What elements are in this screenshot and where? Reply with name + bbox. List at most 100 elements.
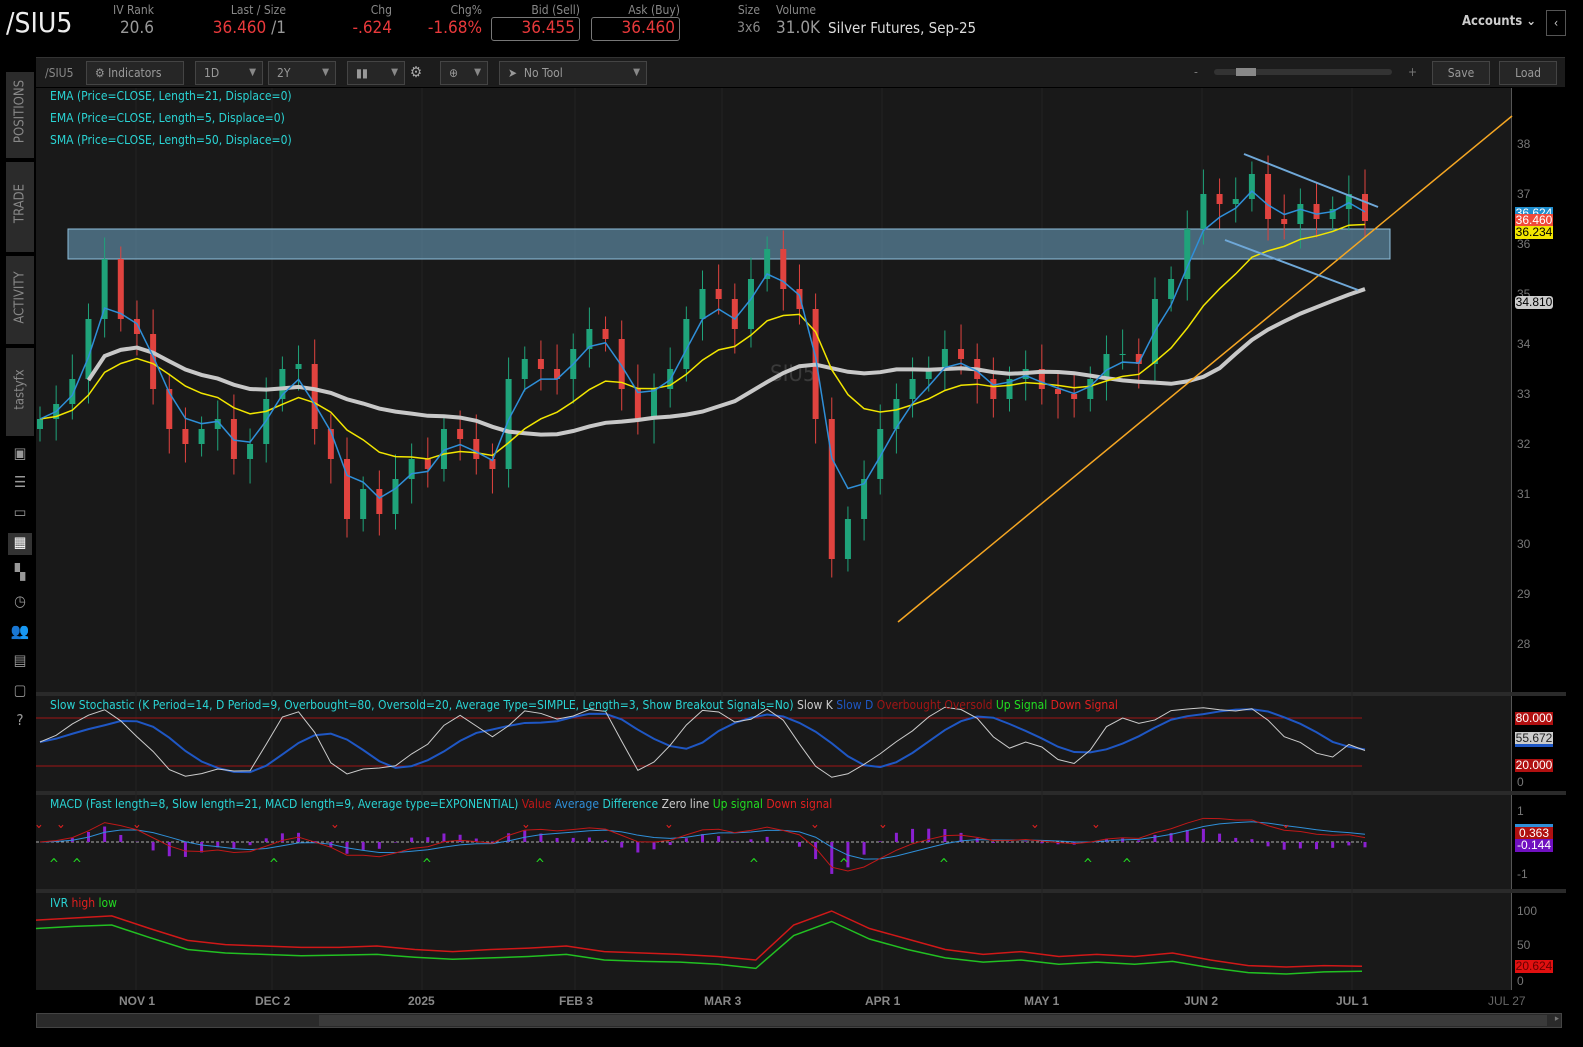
candle-body [844,519,851,559]
candle-body [1281,219,1288,224]
macd-value-line [39,817,1366,872]
overbought-tag: 80.000 [1515,711,1553,725]
legend-down-signal: Down signal [766,797,833,811]
legend-slow-k: Slow K [797,698,833,712]
price-tick: 28 [1517,637,1531,651]
macd-title: MACD (Fast length=8, Slow length=21, MAC… [50,797,519,811]
up-signal-arrow: ^ [269,857,279,872]
legend-high: high [71,896,96,910]
candle-body [990,379,997,399]
ema21-line [39,223,1366,460]
legend-low: low [98,896,117,910]
stoch-tick: 0 [1517,775,1524,789]
candle-body [958,349,965,359]
candle-body [715,289,722,299]
down-signal-arrow: ⌄ [56,817,66,832]
legend-macd: MACD (Fast length=8, Slow length=21, MAC… [50,797,832,811]
down-signal-arrow: ⌄ [1030,817,1040,832]
legend-oversold: Oversold [944,698,993,712]
candle-body [376,489,383,514]
legend-up-signal: Up signal [712,797,763,811]
price-tick: 33 [1517,387,1531,401]
price-tick: 34 [1517,337,1531,351]
candle-body [699,289,706,319]
candle-body [311,364,318,429]
price-tick: 37 [1517,187,1531,201]
date-tick: JUN 2 [1184,994,1219,1008]
candle-body [521,359,528,379]
ivr-tick: 0 [1517,974,1524,988]
candle-body [1248,174,1255,199]
candle-body [1071,394,1078,399]
candle-body [1265,174,1272,219]
legend-sma50: SMA (Price=CLOSE, Length=50, Displace=0) [50,133,292,147]
price-tick: 30 [1517,537,1531,551]
legend-up-signal: Up Signal [995,698,1048,712]
candle-body [1362,194,1368,221]
macd-diff-tag: -0.144 [1515,838,1553,852]
down-signal-arrow: ⌄ [664,817,674,832]
ivr-tick: 100 [1517,904,1538,918]
legend-average: Average [554,797,600,811]
ivr-tag: 20.624 [1515,959,1553,973]
scroll-right-icon[interactable]: ▸ [1555,1014,1559,1024]
date-tick: MAR 3 [704,994,742,1008]
horizontal-scrollbar[interactable]: ▸ [36,1013,1562,1028]
resistance-zone [67,228,1391,260]
up-signal-arrow: ^ [72,857,82,872]
candle-body [1168,279,1175,299]
candle-body [37,419,43,429]
up-signal-arrow: ^ [535,857,545,872]
date-tick: JUL 1 [1336,994,1369,1008]
up-signal-arrow: ^ [939,857,949,872]
slow-d-line [39,708,1366,774]
date-tick: DEC 2 [255,994,291,1008]
stoch-title: Slow Stochastic (K Period=14, D Period=9… [50,698,794,712]
scrollbar-thumb[interactable] [319,1015,1547,1026]
candle-body [182,429,189,444]
candle-body [1200,194,1207,229]
candle-body [1103,354,1110,379]
date-tick: APR 1 [865,994,901,1008]
ivr-low-line [35,920,1363,975]
candle-body [198,429,205,444]
legend-ema5: EMA (Price=CLOSE, Length=5, Displace=0) [50,111,285,125]
candle-body [537,359,544,369]
date-tick: JUL 27 [1488,994,1526,1008]
legend-difference: Difference [602,797,659,811]
candle-body [392,479,399,514]
legend-stoch: Slow Stochastic (K Period=14, D Period=9… [50,698,1118,712]
candle-body [651,389,658,419]
candle-body [941,349,948,369]
trend-line [897,115,1513,623]
up-signal-arrow: ^ [49,857,59,872]
legend-down-signal: Down Signal [1050,698,1118,712]
candle-body [230,419,237,459]
down-signal-arrow: ⌄ [132,817,142,832]
price-tick: 31 [1517,487,1531,501]
candle-body [1054,389,1061,394]
candle-body [117,259,124,319]
candle-body [295,364,302,369]
candle-body [1313,204,1320,219]
candle-body [909,379,916,399]
candle-body [473,439,480,459]
down-signal-arrow: ⌄ [521,817,531,832]
legend-slow-d: Slow D [836,698,874,712]
price-tick: 29 [1517,587,1531,601]
legend-overbought: Overbought [876,698,941,712]
ivr-tick: 50 [1517,938,1531,952]
price-tick: 32 [1517,437,1531,451]
date-tick: NOV 1 [119,994,156,1008]
stoch-k-tag: 55.672 [1515,731,1553,747]
ivr-high-line [35,910,1363,968]
legend-zero-line: Zero line [661,797,710,811]
down-signal-arrow: ⌄ [878,817,888,832]
channel-upper-line [1243,153,1379,208]
candle-body [1297,204,1304,224]
ema21-tag: 36.234 [1515,225,1553,239]
date-tick: 2025 [408,994,435,1008]
chart-svg: ⌄ ⌄ ⌄ ⌄ ⌄ ⌄ ⌄ ⌄ ⌄ ⌄ ⌄ ^ ^ ^ ^ ^ ^ ^ ^ ^ ^ [34,88,1513,990]
candle-body [360,489,367,519]
macd-tick: -1 [1517,867,1528,881]
